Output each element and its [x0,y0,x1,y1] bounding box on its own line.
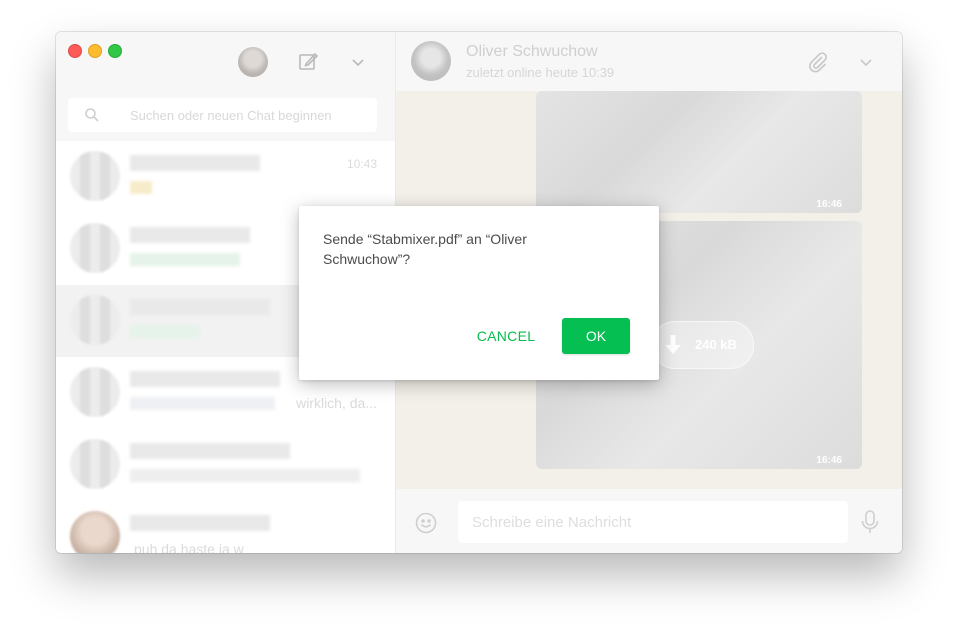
emoji-icon[interactable] [414,511,438,535]
message-placeholder: Schreibe eine Nachricht [472,514,632,531]
file-size: 240 kB [695,337,737,352]
ok-button[interactable]: OK [562,318,630,354]
avatar [70,367,120,417]
image-message[interactable]: 16:46 [536,91,862,213]
search-bar: Suchen oder neuen Chat beginnen [56,91,395,141]
redacted-name [130,371,280,387]
message-time: 16:46 [816,199,842,210]
redacted-name [130,227,250,243]
new-chat-icon[interactable] [296,50,320,74]
redacted-preview [130,397,275,410]
redacted-preview [130,253,240,266]
avatar [70,223,120,273]
avatar [70,511,120,553]
confirm-send-dialog: Sende “Stabmixer.pdf” an “Oliver Schwuch… [299,206,659,380]
contact-name[interactable]: Oliver Schwuchow [466,43,598,61]
message-time: 16:46 [816,455,842,466]
compose-bar: Schreibe eine Nachricht [396,489,902,553]
chat-list-item[interactable]: puh da haste ja w [56,501,395,553]
redacted-preview [130,181,152,194]
avatar [70,151,120,201]
chat-list-item[interactable]: 10:43 [56,141,395,213]
cancel-button[interactable]: CANCEL [467,318,545,354]
dialog-message: Sende “Stabmixer.pdf” an “Oliver Schwuch… [323,231,527,267]
avatar [70,295,120,345]
minimize-window-button[interactable] [88,44,102,58]
search-input[interactable]: Suchen oder neuen Chat beginnen [68,98,377,132]
chat-list-item[interactable] [56,429,395,501]
chat-snippet: wirklich, da... [296,395,377,411]
redacted-name [130,299,270,315]
chat-snippet: puh da haste ja w [134,541,244,553]
search-placeholder: Suchen oder neuen Chat beginnen [130,108,332,123]
redacted-name [130,443,290,459]
microphone-icon[interactable] [860,509,880,535]
download-arrow-icon [663,334,683,356]
chevron-down-icon[interactable] [854,50,878,74]
sidebar-header [56,32,395,91]
contact-avatar[interactable] [411,41,451,81]
my-profile-avatar[interactable] [238,47,268,77]
redacted-name [130,155,260,171]
search-icon [84,107,100,123]
chat-time: 10:43 [346,157,377,171]
contact-status: zuletzt online heute 10:39 [466,65,615,80]
zoom-window-button[interactable] [108,44,122,58]
close-window-button[interactable] [68,44,82,58]
chevron-down-icon[interactable] [346,50,370,74]
avatar [70,439,120,489]
message-input[interactable]: Schreibe eine Nachricht [458,501,848,543]
attach-icon[interactable] [806,50,830,74]
redacted-name [130,515,270,531]
redacted-preview [130,325,200,338]
download-button[interactable]: 240 kB [652,321,754,369]
redacted-preview [130,469,360,482]
conversation-header: Oliver Schwuchow zuletzt online heute 10… [396,32,902,91]
